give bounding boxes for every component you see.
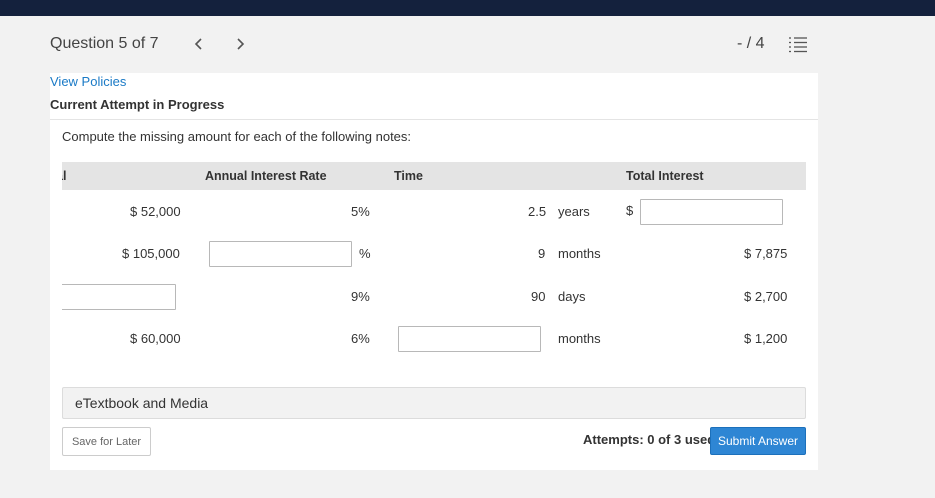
time-input[interactable] — [398, 326, 541, 352]
notes-table: al Annual Interest Rate Time Total Inter… — [62, 162, 806, 362]
view-policies-link[interactable]: View Policies — [50, 74, 126, 89]
interest-rate-input[interactable] — [209, 241, 352, 267]
rate-value: 6% — [351, 331, 370, 346]
time-value: 2.5 — [528, 204, 547, 219]
header-principal: al — [62, 169, 67, 183]
etextbook-label: eTextbook and Media — [75, 395, 209, 411]
time-value: 9 — [538, 246, 546, 261]
time-unit: months — [558, 246, 601, 261]
submit-answer-button[interactable]: Submit Answer — [710, 427, 806, 455]
chevron-left-icon — [194, 38, 202, 50]
top-bar — [0, 0, 935, 16]
rate-suffix: % — [359, 246, 371, 261]
principal-input[interactable] — [62, 284, 176, 310]
chevron-right-icon — [237, 38, 245, 50]
score: - / 4 — [737, 35, 765, 52]
time-value: 90 — [531, 289, 546, 304]
interest-value: $ 1,200 — [744, 331, 788, 346]
etextbook-media-panel[interactable]: eTextbook and Media — [62, 387, 806, 419]
next-question-button[interactable] — [230, 33, 250, 55]
rate-value: 5% — [351, 204, 370, 219]
interest-prefix: $ — [626, 203, 634, 218]
principal-value: $ 105,000 — [122, 246, 180, 261]
time-unit: months — [558, 331, 601, 346]
divider — [50, 119, 818, 120]
question-title: Question 5 of 7 — [50, 35, 159, 52]
principal-value: $ 52,000 — [130, 204, 181, 219]
question-card: View Policies Current Attempt in Progres… — [50, 73, 818, 470]
interest-value: $ 2,700 — [744, 289, 788, 304]
previous-question-button[interactable] — [189, 33, 209, 55]
rate-value: 9% — [351, 289, 370, 304]
time-unit: years — [558, 204, 590, 219]
header-interest: Total Interest — [626, 169, 704, 183]
list-icon — [789, 37, 807, 53]
question-prompt: Compute the missing amount for each of t… — [62, 129, 412, 144]
table-header: al Annual Interest Rate Time Total Inter… — [62, 162, 806, 190]
interest-value: $ 7,875 — [744, 246, 788, 261]
total-interest-input[interactable] — [640, 199, 783, 225]
header-time: Time — [394, 169, 423, 183]
save-for-later-button[interactable]: Save for Later — [62, 427, 151, 456]
principal-value: $ 60,000 — [130, 331, 181, 346]
question-list-button[interactable] — [788, 36, 808, 54]
attempts-counter: Attempts: 0 of 3 used — [583, 432, 716, 447]
attempt-status: Current Attempt in Progress — [50, 97, 225, 112]
time-unit: days — [558, 289, 586, 304]
header-rate: Annual Interest Rate — [205, 169, 327, 183]
